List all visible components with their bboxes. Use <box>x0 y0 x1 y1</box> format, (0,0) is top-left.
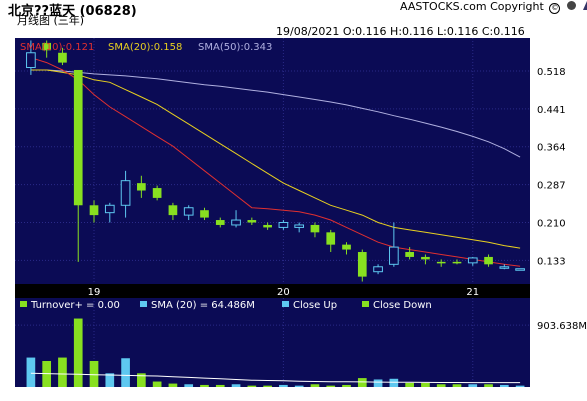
candle-body <box>515 268 525 271</box>
candle-body <box>405 252 414 257</box>
volume-bar <box>357 378 367 387</box>
volume-legend-item: Turnover+ = 0.00 <box>30 300 120 311</box>
candle-body <box>373 266 383 273</box>
volume-bar <box>184 384 194 387</box>
volume-bar <box>326 385 336 387</box>
volume-bar <box>310 384 320 387</box>
candle-body <box>89 205 99 216</box>
volume-bar <box>215 384 225 387</box>
candle-body <box>215 220 225 225</box>
price-tick-label: 0.518 <box>537 67 566 78</box>
volume-bar <box>373 379 383 387</box>
candle-body <box>357 252 367 277</box>
volume-legend-swatch <box>140 301 147 307</box>
price-tick-label: 0.210 <box>537 219 566 230</box>
volume-bar <box>73 318 83 387</box>
volume-bar <box>389 378 399 387</box>
volume-bar <box>499 384 509 387</box>
candle-body <box>484 256 493 265</box>
volume-bar <box>405 382 414 387</box>
price-tick-label: 0.364 <box>537 143 566 154</box>
candle-body <box>294 224 305 228</box>
volume-bar <box>436 384 446 387</box>
price-panel <box>15 38 530 284</box>
candle-body <box>120 180 131 206</box>
volume-bar <box>452 384 462 387</box>
volume-bar <box>231 384 241 387</box>
candle-body <box>342 244 351 250</box>
volume-legend-item: Close Down <box>373 300 432 311</box>
volume-bar <box>294 385 304 387</box>
volume-bar <box>58 357 67 387</box>
candle-body <box>389 246 399 265</box>
candle-body <box>231 219 241 226</box>
x-tick-label: 20 <box>277 287 290 298</box>
candle-body <box>104 204 115 214</box>
volume-bar <box>421 382 430 387</box>
volume-bar <box>342 384 351 387</box>
candle-body <box>452 261 462 264</box>
chart-canvas: 0.518 0.441 0.364 0.287 0.210 0.133 19 20 21 SMA(… <box>15 38 587 387</box>
candle-body <box>263 224 272 228</box>
price-legend-item: SMA(10):0.121 <box>20 42 94 53</box>
volume-tick-label: 903.638M <box>537 321 587 332</box>
volume-legend-item: SMA (20) = 64.486M <box>151 300 255 311</box>
price-legend-item: SMA(20):0.158 <box>108 42 182 53</box>
volume-legend-swatch <box>20 301 27 307</box>
volume-legend-swatch <box>362 301 369 307</box>
volume-bar <box>247 385 257 387</box>
candle-body <box>278 222 289 228</box>
volume-bar <box>121 358 130 387</box>
volume-bar <box>468 384 478 387</box>
volume-bar <box>152 381 162 387</box>
candle-body <box>26 52 36 69</box>
volume-bar <box>515 385 525 387</box>
candle-body <box>310 224 320 233</box>
x-tick-label: 21 <box>466 287 479 298</box>
volume-legend-item: Close Up <box>293 300 337 311</box>
candle-body <box>152 188 162 198</box>
price-tick-label: 0.441 <box>537 105 566 116</box>
candle-body <box>436 261 446 264</box>
volume-bar <box>279 384 288 387</box>
candle-body <box>137 183 146 191</box>
price-tick-label: 0.133 <box>537 256 566 267</box>
candle-body <box>247 220 257 223</box>
volume-bar <box>263 385 272 387</box>
volume-bar <box>26 357 36 387</box>
candle-body <box>467 257 478 264</box>
candle <box>515 268 525 271</box>
volume-legend-swatch <box>282 301 289 307</box>
candle-body <box>168 205 178 216</box>
candle-body <box>421 256 430 260</box>
candle-body <box>183 207 194 216</box>
candle-body <box>58 52 67 63</box>
x-tick-label: 19 <box>88 287 101 298</box>
volume-bar <box>168 383 178 387</box>
candle-body <box>499 266 510 269</box>
volume-bar <box>484 384 493 387</box>
volume-bar <box>200 384 209 387</box>
candle-body <box>200 210 209 218</box>
price-legend-item: SMA(50):0.343 <box>198 42 272 53</box>
candle-body <box>73 69 83 206</box>
price-tick-label: 0.287 <box>537 181 566 192</box>
volume-bar <box>89 360 99 387</box>
candle-body <box>326 232 336 245</box>
